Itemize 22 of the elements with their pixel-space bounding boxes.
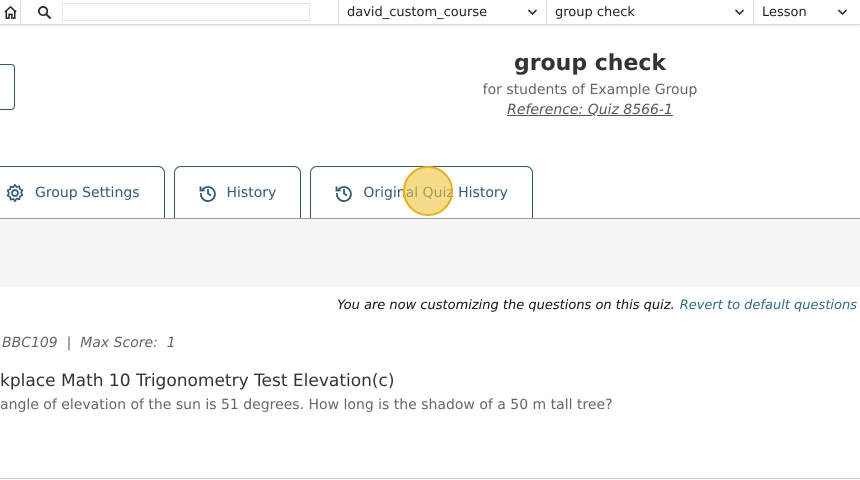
history-icon [198, 184, 216, 202]
subtitle: for students of Example Group [482, 82, 698, 98]
tab[interactable]: History [174, 166, 302, 218]
search-field[interactable] [62, 3, 310, 21]
chevron-down-icon [734, 8, 745, 16]
question-meta: BBC109 | Max Score: 1 [1, 335, 177, 351]
dropdown[interactable]: Lesson [753, 0, 856, 24]
dropdown[interactable]: group check [546, 0, 753, 24]
history-icon [335, 184, 354, 202]
revert-link[interactable]: Revert to default questions [680, 298, 857, 313]
tab[interactable]: Group Settings [0, 166, 164, 218]
question-title: kplace Math 10 Trigonometry Test Elevation(c) [0, 371, 396, 391]
question-text: angle of elevation of the sun is 51 degrees. How long is the shadow of a 50 m tall tree? [0, 397, 614, 413]
notice-text: You are now customizing the questions on this quiz. [337, 298, 675, 313]
chevron-down-icon [837, 8, 848, 16]
search-icon[interactable] [36, 4, 52, 20]
chevron-down-icon [527, 8, 538, 16]
dropdown[interactable]: david_custom_course [338, 0, 546, 24]
gear-icon [5, 182, 25, 202]
home-icon[interactable] [2, 4, 18, 20]
reference-link[interactable]: Reference: Quiz 8566-1 [507, 102, 673, 118]
page-title: group check [514, 51, 666, 76]
